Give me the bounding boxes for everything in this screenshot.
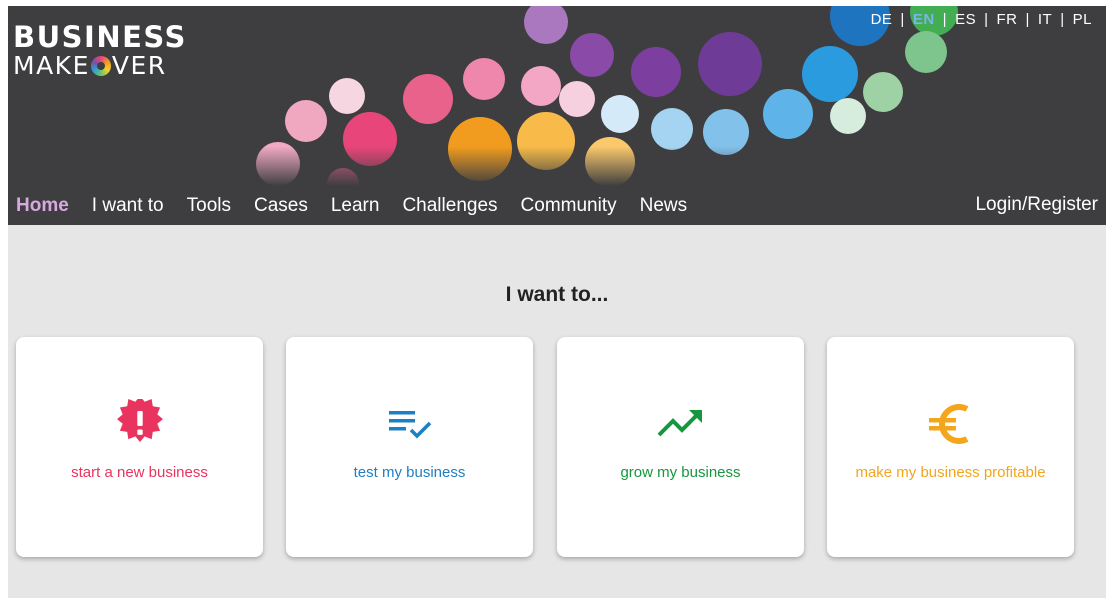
card-label: grow my business xyxy=(620,464,741,481)
logo-ring-icon xyxy=(90,56,111,76)
logo-text-make: MAKE xyxy=(13,51,90,80)
card-label: make my business profitable xyxy=(855,464,1046,481)
card-label: test my business xyxy=(353,464,466,481)
login-register-link[interactable]: Login/Register xyxy=(975,194,1098,216)
card-start-business[interactable]: start a new business xyxy=(16,337,263,557)
lang-it[interactable]: IT xyxy=(1038,11,1052,28)
lang-de[interactable]: DE xyxy=(871,11,893,28)
nav-i-want-to[interactable]: I want to xyxy=(92,195,164,217)
main-nav: Home I want to Tools Cases Learn Challen… xyxy=(8,186,1106,225)
nav-home[interactable]: Home xyxy=(16,195,69,217)
page-heading: I want to... xyxy=(505,283,609,306)
logo-line-2: MAKE VER xyxy=(13,52,187,80)
trending-up-icon xyxy=(657,410,702,437)
euro-icon xyxy=(928,404,968,444)
nav-cases[interactable]: Cases xyxy=(254,195,308,217)
nav-learn[interactable]: Learn xyxy=(331,195,380,217)
lang-es[interactable]: ES xyxy=(955,11,976,28)
main-content: I want to... start a new business test m… xyxy=(8,225,1106,598)
card-grow-business[interactable]: grow my business xyxy=(557,337,804,557)
business-makeover-logo[interactable]: BUSINESS MAKE VER xyxy=(13,22,187,80)
logo-line-1: BUSINESS xyxy=(13,20,187,54)
lang-separator: | xyxy=(900,11,905,28)
card-profitable-business[interactable]: make my business profitable xyxy=(827,337,1074,557)
lang-separator: | xyxy=(942,11,948,28)
lang-fr[interactable]: FR xyxy=(996,11,1017,28)
nav-tools[interactable]: Tools xyxy=(187,195,231,217)
card-icon-wrap xyxy=(557,399,804,449)
list-check-icon xyxy=(388,411,431,439)
lang-separator: | xyxy=(1060,11,1065,28)
lang-separator: | xyxy=(1025,11,1030,28)
card-icon-wrap xyxy=(286,399,533,449)
alert-badge-icon xyxy=(116,399,163,443)
card-label: start a new business xyxy=(71,464,208,481)
nav-news[interactable]: News xyxy=(640,195,688,217)
nav-challenges[interactable]: Challenges xyxy=(402,195,497,217)
site-header: BUSINESS MAKE VER DE | EN | ES | FR | IT… xyxy=(8,6,1106,225)
lang-pl[interactable]: PL xyxy=(1073,11,1092,28)
card-icon-wrap xyxy=(16,399,263,449)
lang-separator: | xyxy=(984,11,989,28)
card-icon-wrap xyxy=(827,399,1074,449)
language-switcher: DE | EN | ES | FR | IT | PL xyxy=(871,11,1092,28)
logo-text-ver: VER xyxy=(111,51,167,80)
lang-en[interactable]: EN xyxy=(913,11,935,28)
card-test-business[interactable]: test my business xyxy=(286,337,533,557)
nav-community[interactable]: Community xyxy=(521,195,617,217)
